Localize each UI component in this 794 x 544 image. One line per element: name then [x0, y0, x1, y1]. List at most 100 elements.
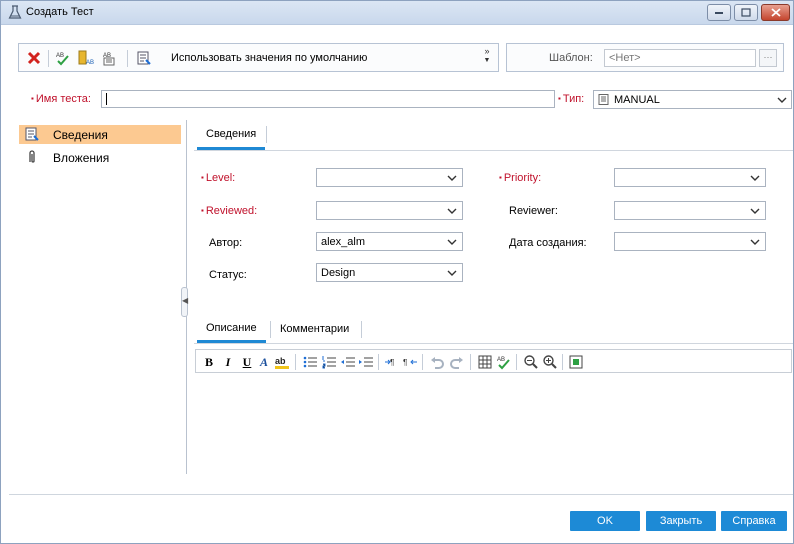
tab-description[interactable]: Описание: [197, 315, 266, 343]
svg-text:AB: AB: [56, 53, 64, 59]
status-select[interactable]: Design: [316, 263, 463, 282]
rtl-icon: ¶: [403, 358, 417, 367]
red-x-icon: [27, 51, 41, 65]
level-select[interactable]: [316, 168, 463, 187]
manual-test-icon: [598, 94, 609, 105]
creation-date-picker[interactable]: [614, 232, 766, 251]
description-editor[interactable]: [195, 373, 792, 473]
bold-button[interactable]: B: [201, 354, 217, 370]
minimize-icon: [715, 11, 723, 14]
bullet-list-icon: [303, 356, 317, 368]
close-window-button[interactable]: [761, 4, 790, 21]
template-browse-button[interactable]: ···: [759, 49, 777, 67]
priority-select[interactable]: [614, 168, 766, 187]
italic-icon: I: [225, 354, 231, 369]
reviewed-label: Reviewed:: [201, 205, 257, 217]
template-field[interactable]: <Нет>: [604, 49, 756, 67]
template-panel: Шаблон: <Нет> ···: [506, 43, 784, 72]
rtl-button[interactable]: ¶: [402, 354, 418, 370]
minimize-button[interactable]: [707, 4, 731, 21]
zoom-out-button[interactable]: [523, 354, 539, 370]
decrease-indent-button[interactable]: [340, 354, 356, 370]
spell-check-icon: AB: [56, 53, 69, 66]
toolbar-overflow-button[interactable]: » ▼: [481, 47, 493, 65]
italic-button[interactable]: I: [220, 354, 236, 370]
author-select[interactable]: alex_alm: [316, 232, 463, 251]
chevron-down-icon: [445, 235, 459, 248]
redo-button[interactable]: [449, 354, 465, 370]
thesaurus-button[interactable]: AB: [78, 50, 94, 66]
close-button[interactable]: Закрыть: [646, 511, 716, 531]
sidebar-item-label: Вложения: [53, 151, 110, 165]
underline-icon: U: [242, 354, 252, 369]
chevron-down-icon: [748, 204, 762, 217]
tab-comments[interactable]: Комментарии: [271, 315, 358, 343]
type-select[interactable]: MANUAL: [593, 90, 792, 109]
chevron-down-icon: [445, 266, 459, 279]
reviewer-label: Reviewer:: [509, 205, 558, 217]
rich-text-toolbar: B I U A ab ¶ ¶ AB: [195, 349, 792, 373]
maximize-button[interactable]: [734, 4, 758, 21]
svg-text:¶: ¶: [403, 358, 407, 367]
flask-icon: [8, 5, 22, 19]
sidebar-item-details[interactable]: Сведения: [19, 125, 181, 144]
numbered-list-icon: [322, 356, 336, 369]
create-test-dialog: Создать Тест AB AB AB Использовать значе…: [0, 0, 794, 544]
chevron-down-icon: [748, 235, 762, 248]
text-caret: [106, 93, 107, 105]
bold-icon: B: [204, 354, 213, 369]
tab-details[interactable]: Сведения: [197, 120, 266, 150]
status-label: Статус:: [209, 269, 247, 281]
increase-indent-button[interactable]: [358, 354, 374, 370]
undo-button[interactable]: [429, 354, 445, 370]
chevron-down-icon: ▼: [483, 57, 491, 64]
rte-spell-check-button[interactable]: AB: [496, 354, 512, 370]
thesaurus-icon: AB: [78, 50, 94, 66]
spelling-options-button[interactable]: AB: [101, 50, 117, 66]
table-icon: [478, 355, 492, 369]
ok-button[interactable]: OK: [570, 511, 640, 531]
ltr-button[interactable]: ¶: [384, 354, 400, 370]
zoom-out-icon: [524, 355, 538, 369]
chevron-left-icon: ◀: [182, 296, 189, 305]
font-color-button[interactable]: A: [256, 354, 272, 370]
collapse-sidebar-button[interactable]: ◀: [181, 287, 188, 317]
window-title: Создать Тест: [26, 6, 94, 18]
underline-button[interactable]: U: [239, 354, 255, 370]
undo-icon: [431, 357, 444, 369]
chevron-down-icon: [775, 93, 789, 106]
reviewed-select[interactable]: [316, 201, 463, 220]
zoom-in-button[interactable]: [542, 354, 558, 370]
chevron-down-icon: [445, 171, 459, 184]
chevron-down-icon: [748, 171, 762, 184]
test-name-input[interactable]: [101, 90, 555, 108]
highlight-icon: ab: [275, 356, 289, 369]
svg-text:¶: ¶: [390, 358, 394, 367]
use-defaults-button[interactable]: Использовать значения по умолчанию: [171, 52, 367, 64]
insert-table-button[interactable]: [477, 354, 493, 370]
bullet-list-button[interactable]: [302, 354, 318, 370]
zoom-in-icon: [543, 355, 557, 369]
fullscreen-button[interactable]: [568, 354, 584, 370]
paperclip-icon: [29, 150, 35, 163]
details-tabbar: Сведения: [194, 120, 793, 151]
highlight-button[interactable]: ab: [274, 354, 290, 370]
font-color-icon: A: [259, 354, 268, 369]
close-icon: [770, 8, 781, 17]
sidebar-item-attachments[interactable]: Вложения: [19, 148, 181, 167]
increase-indent-icon: [359, 357, 373, 367]
delete-button[interactable]: [26, 50, 42, 66]
ltr-icon: ¶: [385, 358, 394, 367]
title-bar: Создать Тест: [1, 1, 793, 25]
svg-text:AB: AB: [497, 357, 505, 363]
maximize-icon: [741, 8, 751, 17]
description-tabbar: Описание Комментарии: [194, 315, 793, 344]
reviewer-select[interactable]: [614, 201, 766, 220]
priority-label: Priority:: [499, 172, 541, 184]
use-defaults-icon-button[interactable]: [136, 50, 152, 66]
help-button[interactable]: Справка: [721, 511, 787, 531]
author-label: Автор:: [209, 237, 243, 249]
footer-divider: [9, 494, 793, 495]
spell-check-button[interactable]: AB: [55, 50, 71, 66]
numbered-list-button[interactable]: [321, 354, 337, 370]
